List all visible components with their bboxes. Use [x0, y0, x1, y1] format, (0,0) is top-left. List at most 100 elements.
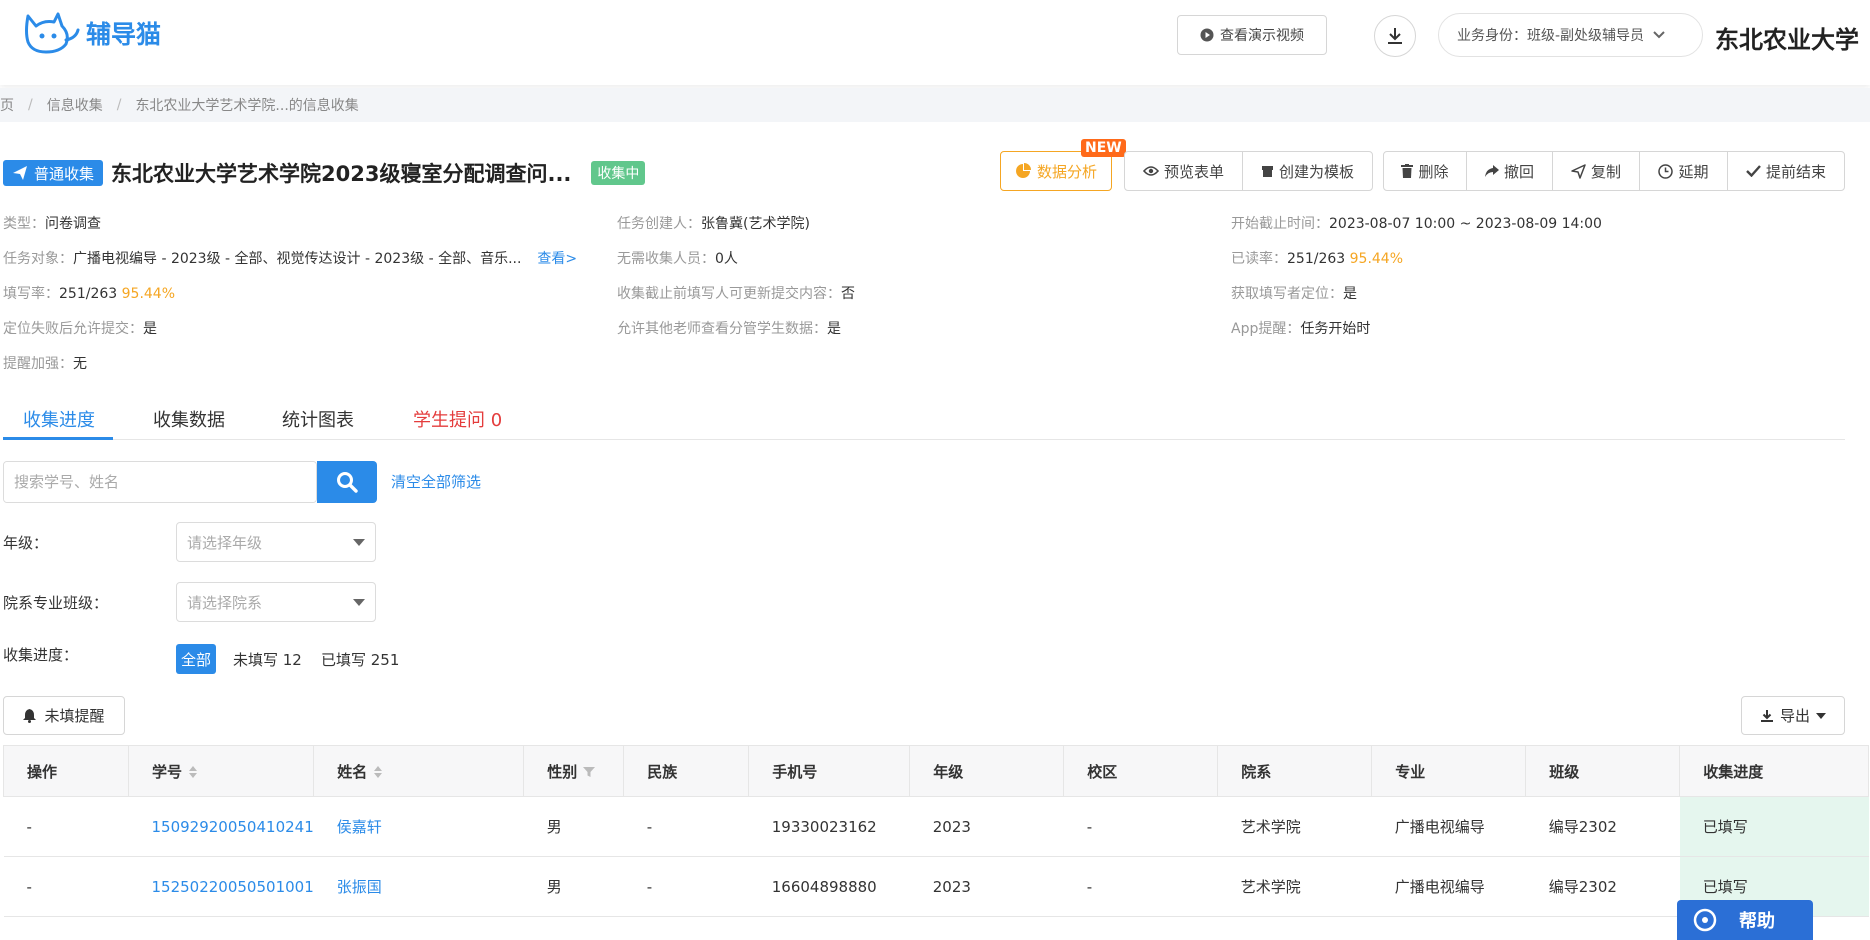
extend-label: 延期: [1678, 162, 1709, 181]
info-key: 任务对象：: [3, 251, 73, 267]
demo-video-button[interactable]: 查看演示视频: [1177, 15, 1327, 55]
extend-button[interactable]: 延期: [1639, 151, 1728, 191]
cell-gender: 男: [523, 796, 624, 857]
export-button[interactable]: 导出: [1741, 696, 1845, 735]
info-locate-fail: 定位失败后允许提交：是: [3, 318, 157, 338]
info-key: 提醒加强：: [3, 356, 73, 372]
copy-label: 复制: [1590, 162, 1621, 181]
table-header-row: 操作 学号 姓名 性别 民族 手机号 年级 校区 院系 专业 班级 收集进度: [3, 745, 1870, 797]
student-table: 操作 学号 姓名 性别 民族 手机号 年级 校区 院系 专业 班级 收集进度 -…: [3, 745, 1870, 917]
progress-filter-filled[interactable]: 已填写 251: [316, 644, 404, 674]
help-button[interactable]: 帮助: [1677, 900, 1813, 940]
search-input[interactable]: [4, 462, 316, 502]
help-label: 帮助: [1739, 911, 1775, 932]
cell-phone: 16604898880: [748, 856, 910, 917]
delete-button[interactable]: 删除: [1383, 151, 1467, 191]
eye-icon: [1142, 166, 1159, 176]
remind-unfilled-button[interactable]: 未填提醒: [3, 696, 125, 735]
cat-logo-icon: [25, 12, 80, 54]
filter-icon[interactable]: [583, 766, 596, 778]
info-no-collect: 无需收集人员：0人: [617, 248, 738, 268]
info-value: 无: [73, 356, 87, 372]
info-locate: 获取填写者定位：是: [1231, 283, 1357, 303]
col-header-gender[interactable]: 性别: [523, 745, 625, 797]
info-read-rate: 已读率：251/263 95.44%: [1231, 248, 1403, 268]
withdraw-button[interactable]: 撤回: [1466, 151, 1553, 191]
col-header-phone: 手机号: [748, 745, 911, 797]
col-header-campus: 校区: [1063, 745, 1219, 797]
cell-student-id[interactable]: 15250220050501001: [128, 856, 314, 917]
col-header-class: 班级: [1525, 745, 1681, 797]
copy-button[interactable]: 复制: [1552, 151, 1640, 191]
info-key: 已读率：: [1231, 251, 1287, 267]
breadcrumb-info-collect[interactable]: 信息收集: [47, 95, 103, 115]
logo[interactable]: 辅导猫: [22, 12, 161, 54]
top-bar: 辅导猫 查看演示视频 业务身份：班级-副处级辅导员 东北农业大学: [0, 0, 1870, 85]
tab-stat-charts[interactable]: 统计图表: [282, 406, 354, 432]
tab-student-questions[interactable]: 学生提问 0: [413, 406, 502, 432]
col-header-name[interactable]: 姓名: [313, 745, 525, 797]
cell-name[interactable]: 张振国: [313, 856, 524, 917]
cell-class: 编导2302: [1525, 856, 1680, 917]
clear-filters-link[interactable]: 清空全部筛选: [391, 471, 481, 492]
col-header-name-label: 姓名: [337, 762, 368, 781]
cell-ethnicity: -: [623, 796, 749, 857]
share-arrow-icon: [1484, 165, 1499, 177]
task-actions-group: 删除 撤回 复制 延期 提前结束: [1383, 151, 1845, 191]
chevron-down-icon: [1653, 31, 1665, 39]
export-label: 导出: [1779, 707, 1810, 725]
sort-icon[interactable]: [188, 765, 198, 779]
preview-form-label: 预览表单: [1163, 162, 1224, 181]
info-key: 定位失败后允许提交：: [3, 321, 143, 337]
university-name: 东北农业大学: [1715, 26, 1859, 54]
col-header-progress: 收集进度: [1679, 745, 1870, 797]
progress-filter-unfilled[interactable]: 未填写 12: [228, 644, 307, 674]
info-key: 收集截止前填写人可更新提交内容：: [617, 286, 841, 302]
breadcrumb-home[interactable]: 页: [0, 95, 14, 115]
data-analysis-button[interactable]: 数据分析: [1000, 151, 1112, 191]
cell-major: 广播电视编导: [1371, 796, 1526, 857]
info-value: 251/263: [1287, 251, 1346, 267]
create-template-button[interactable]: 创建为模板: [1242, 151, 1373, 191]
preview-form-button[interactable]: 预览表单: [1124, 151, 1243, 191]
cell-department: 艺术学院: [1217, 796, 1372, 857]
col-header-major: 专业: [1371, 745, 1527, 797]
delete-label: 删除: [1418, 162, 1449, 181]
tab-collect-progress[interactable]: 收集进度: [23, 406, 95, 432]
col-header-actions: 操作: [3, 745, 129, 797]
cell-grade: 2023: [909, 856, 1064, 917]
finish-early-button[interactable]: 提前结束: [1727, 151, 1845, 191]
sort-icon[interactable]: [373, 765, 383, 779]
download-button[interactable]: [1374, 15, 1416, 57]
info-creator: 任务创建人：张鲁冀(艺术学院): [617, 213, 810, 233]
cell-campus: -: [1063, 796, 1218, 857]
trash-icon: [1401, 164, 1414, 178]
info-value: 广播电视编导 - 2023级 - 全部、视觉传达设计 - 2023级 - 全部、…: [73, 251, 522, 267]
role-selector[interactable]: 业务身份：班级-副处级辅导员: [1438, 13, 1703, 57]
search-icon: [337, 472, 358, 493]
col-header-student-id[interactable]: 学号: [127, 745, 315, 797]
dept-select[interactable]: 请选择院系: [176, 582, 376, 622]
help-circle-icon: [1693, 908, 1717, 932]
progress-filter-label: 收集进度：: [3, 646, 79, 664]
cell-name[interactable]: 侯嘉轩: [313, 796, 524, 857]
search-button[interactable]: [317, 461, 377, 503]
view-target-link[interactable]: 查看>: [537, 251, 577, 267]
check-icon: [1746, 165, 1761, 177]
create-template-label: 创建为模板: [1278, 162, 1354, 181]
progress-filter-all[interactable]: 全部: [176, 644, 217, 674]
cell-phone: 19330023162: [748, 796, 910, 857]
info-value: 张鲁冀(艺术学院): [701, 216, 810, 232]
breadcrumb-current: 东北农业大学艺术学院...的信息收集: [135, 98, 359, 114]
col-header-student-id-label: 学号: [152, 762, 183, 781]
grade-select[interactable]: 请选择年级: [176, 522, 376, 562]
table-row: - 15092920050410241 侯嘉轩 男 - 19330023162 …: [3, 796, 1869, 857]
bell-icon: [23, 708, 37, 723]
col-header-grade: 年级: [909, 745, 1065, 797]
grade-filter-label: 年级：: [3, 534, 49, 552]
info-value: 否: [841, 286, 855, 302]
paper-plane-icon: [13, 166, 27, 180]
cell-student-id[interactable]: 15092920050410241: [128, 796, 314, 857]
tab-collect-data[interactable]: 收集数据: [153, 406, 225, 432]
download-icon: [1388, 28, 1402, 44]
